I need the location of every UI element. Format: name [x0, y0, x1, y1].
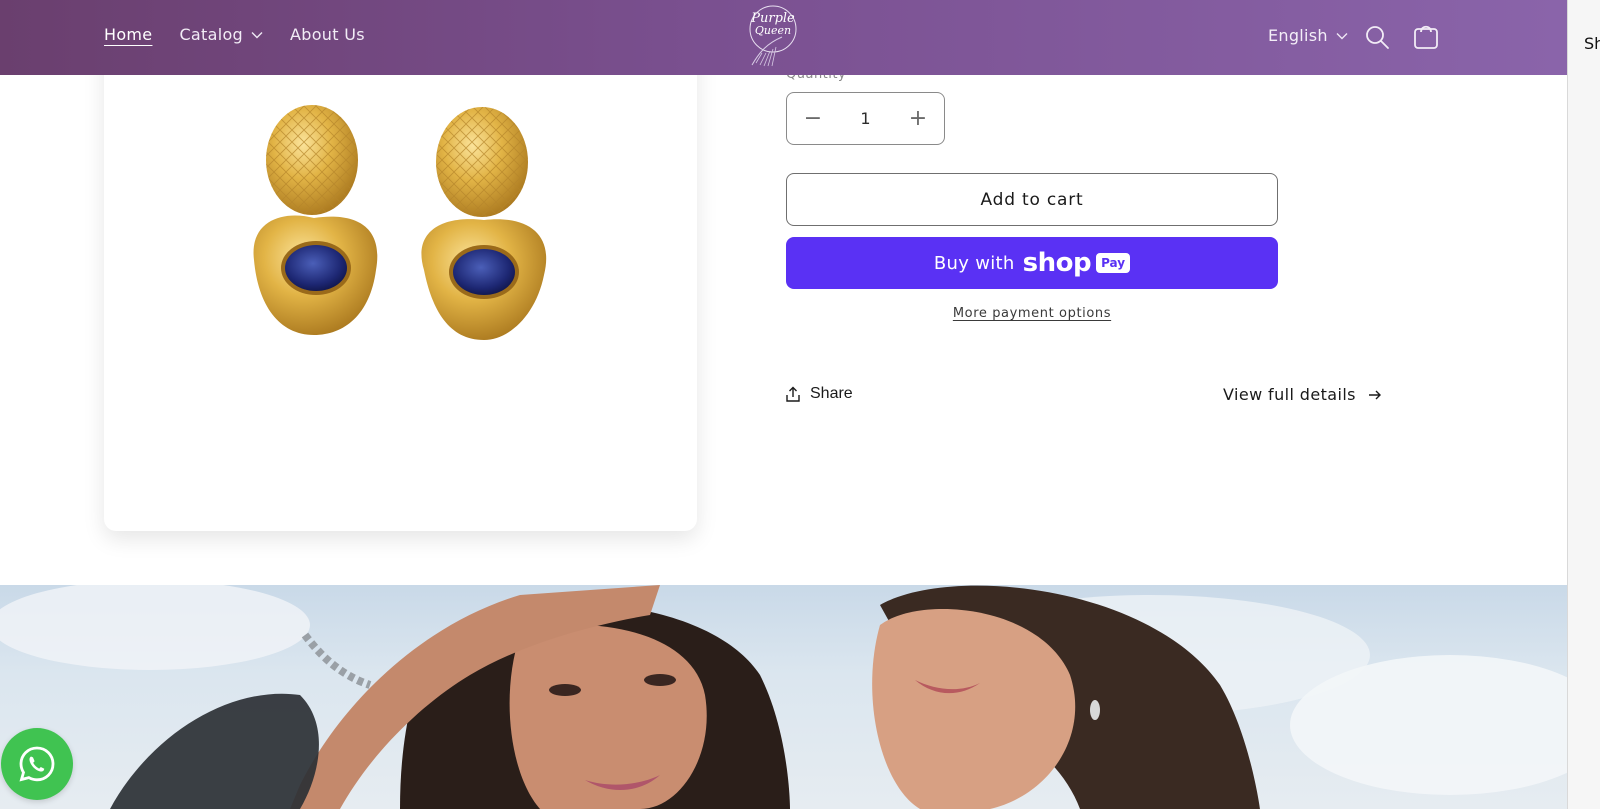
chevron-down-icon: [1336, 32, 1348, 39]
brand-logo[interactable]: Purple Queen: [742, 3, 804, 69]
product-image-card[interactable]: [104, 40, 697, 531]
quantity-increment-button[interactable]: +: [892, 93, 944, 144]
arrow-right-icon: [1368, 390, 1381, 399]
search-icon: [1366, 26, 1389, 49]
buy-with-label: Buy with: [933, 252, 1015, 274]
share-icon: [786, 386, 800, 402]
nav-catalog-link[interactable]: Catalog: [179, 25, 263, 44]
pay-badge: Pay: [1096, 253, 1131, 273]
cart-button[interactable]: [1412, 22, 1440, 50]
view-full-details-link[interactable]: View full details: [1223, 385, 1382, 404]
quantity-input[interactable]: [845, 109, 886, 128]
main-nav: Home Catalog About Us: [104, 25, 392, 44]
nav-about-link[interactable]: About Us: [290, 25, 365, 44]
more-payment-options-link[interactable]: More payment options: [786, 306, 1278, 321]
logo-line-2: Queen: [754, 24, 792, 37]
nav-catalog-label: Catalog: [179, 25, 243, 44]
side-panel-peek-text: Sh: [1584, 34, 1600, 53]
site-header: Home Catalog About Us Purple Queen Engli…: [0, 0, 1567, 75]
language-selector[interactable]: English: [1268, 26, 1348, 45]
product-image-earrings: [253, 105, 547, 340]
add-to-cart-button[interactable]: Add to cart: [786, 173, 1278, 226]
buy-with-shop-pay-button[interactable]: Buy with shop Pay: [786, 237, 1278, 289]
search-button[interactable]: [1364, 24, 1390, 50]
logo-text: Purple Queen: [742, 12, 804, 37]
language-label: English: [1268, 26, 1328, 45]
shop-pay-logo-text: shop: [1022, 248, 1092, 278]
chevron-down-icon: [251, 31, 263, 38]
share-label: Share: [810, 385, 853, 402]
hero-lifestyle-image: [0, 585, 1567, 809]
page: Home Catalog About Us Purple Queen Engli…: [0, 0, 1567, 809]
minus-icon: −: [803, 106, 823, 131]
hero-photo-women: [0, 585, 1567, 809]
whatsapp-chat-button[interactable]: [1, 728, 73, 800]
share-button[interactable]: Share: [786, 385, 853, 403]
quantity-stepper: − +: [786, 92, 945, 145]
cart-icon: [1414, 25, 1438, 49]
nav-home-link[interactable]: Home: [104, 25, 152, 44]
whatsapp-icon: [19, 746, 55, 782]
view-full-details-label: View full details: [1223, 385, 1356, 404]
side-panel-strip[interactable]: Sh: [1567, 0, 1600, 809]
quantity-decrement-button[interactable]: −: [787, 93, 839, 144]
plus-icon: +: [908, 106, 928, 131]
